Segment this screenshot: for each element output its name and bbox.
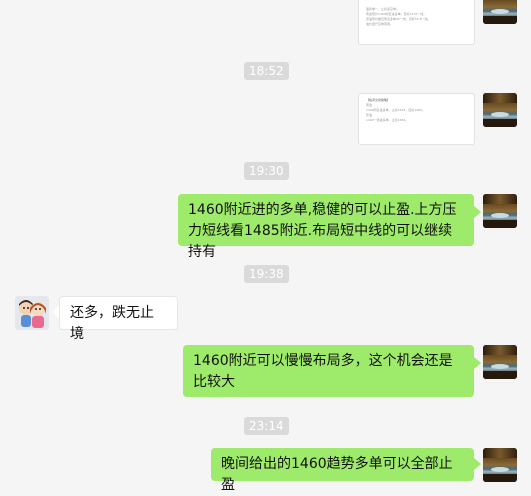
message-text: 1460附近可以慢慢布局多，这个机会还是比较大 [193, 353, 453, 390]
message-text: 1460附近进的多单,稳健的可以止盈.上方压力短线看1485附近.布局短中线的可… [188, 202, 457, 260]
timestamp: 23:14 [244, 417, 289, 435]
message-text: 还多，跌无止境 [70, 305, 154, 342]
own-avatar[interactable] [483, 345, 517, 379]
peer-avatar[interactable] [15, 296, 49, 330]
timestamp: 19:38 [244, 265, 289, 283]
bubble-tail [474, 206, 481, 218]
timestamp: 19:30 [244, 162, 289, 180]
own-avatar[interactable] [483, 93, 517, 127]
timestamp: 18:52 [244, 62, 289, 80]
message-bubble-outgoing[interactable]: 1460附近进的多单,稳健的可以止盈.上方压力短线看1485附近.布局短中线的可… [178, 194, 474, 260]
message-bubble-outgoing[interactable]: 晚间给出的1460趋势多单可以全部止盈 [211, 448, 474, 493]
own-avatar[interactable] [483, 194, 517, 228]
message-bubble-incoming[interactable]: 还多，跌无止境 [59, 296, 178, 342]
image-text-line: 1490一线进多单，止损1480。 [366, 118, 409, 122]
bubble-tail [474, 357, 481, 369]
image-message[interactable]: 【晚间交易策略】 黄金 1460附近进多单，止损1450，目标1480。 原油 … [358, 93, 475, 145]
couple-cartoon-icon [15, 296, 49, 330]
own-avatar[interactable] [483, 0, 517, 24]
image-text-line: 油价回升空单离场。 [366, 22, 394, 26]
image-message-top[interactable]: 盈利单一，止损多空单。 黄金现价1460附近进多单，目标1470一线。 原油现价… [358, 0, 475, 45]
bubble-tail [474, 458, 481, 470]
message-bubble-outgoing[interactable]: 1460附近可以慢慢布局多，这个机会还是比较大 [183, 345, 474, 397]
own-avatar[interactable] [483, 448, 517, 482]
bubble-tail [52, 306, 59, 318]
message-text: 晚间给出的1460趋势多单可以全部止盈 [221, 456, 453, 493]
